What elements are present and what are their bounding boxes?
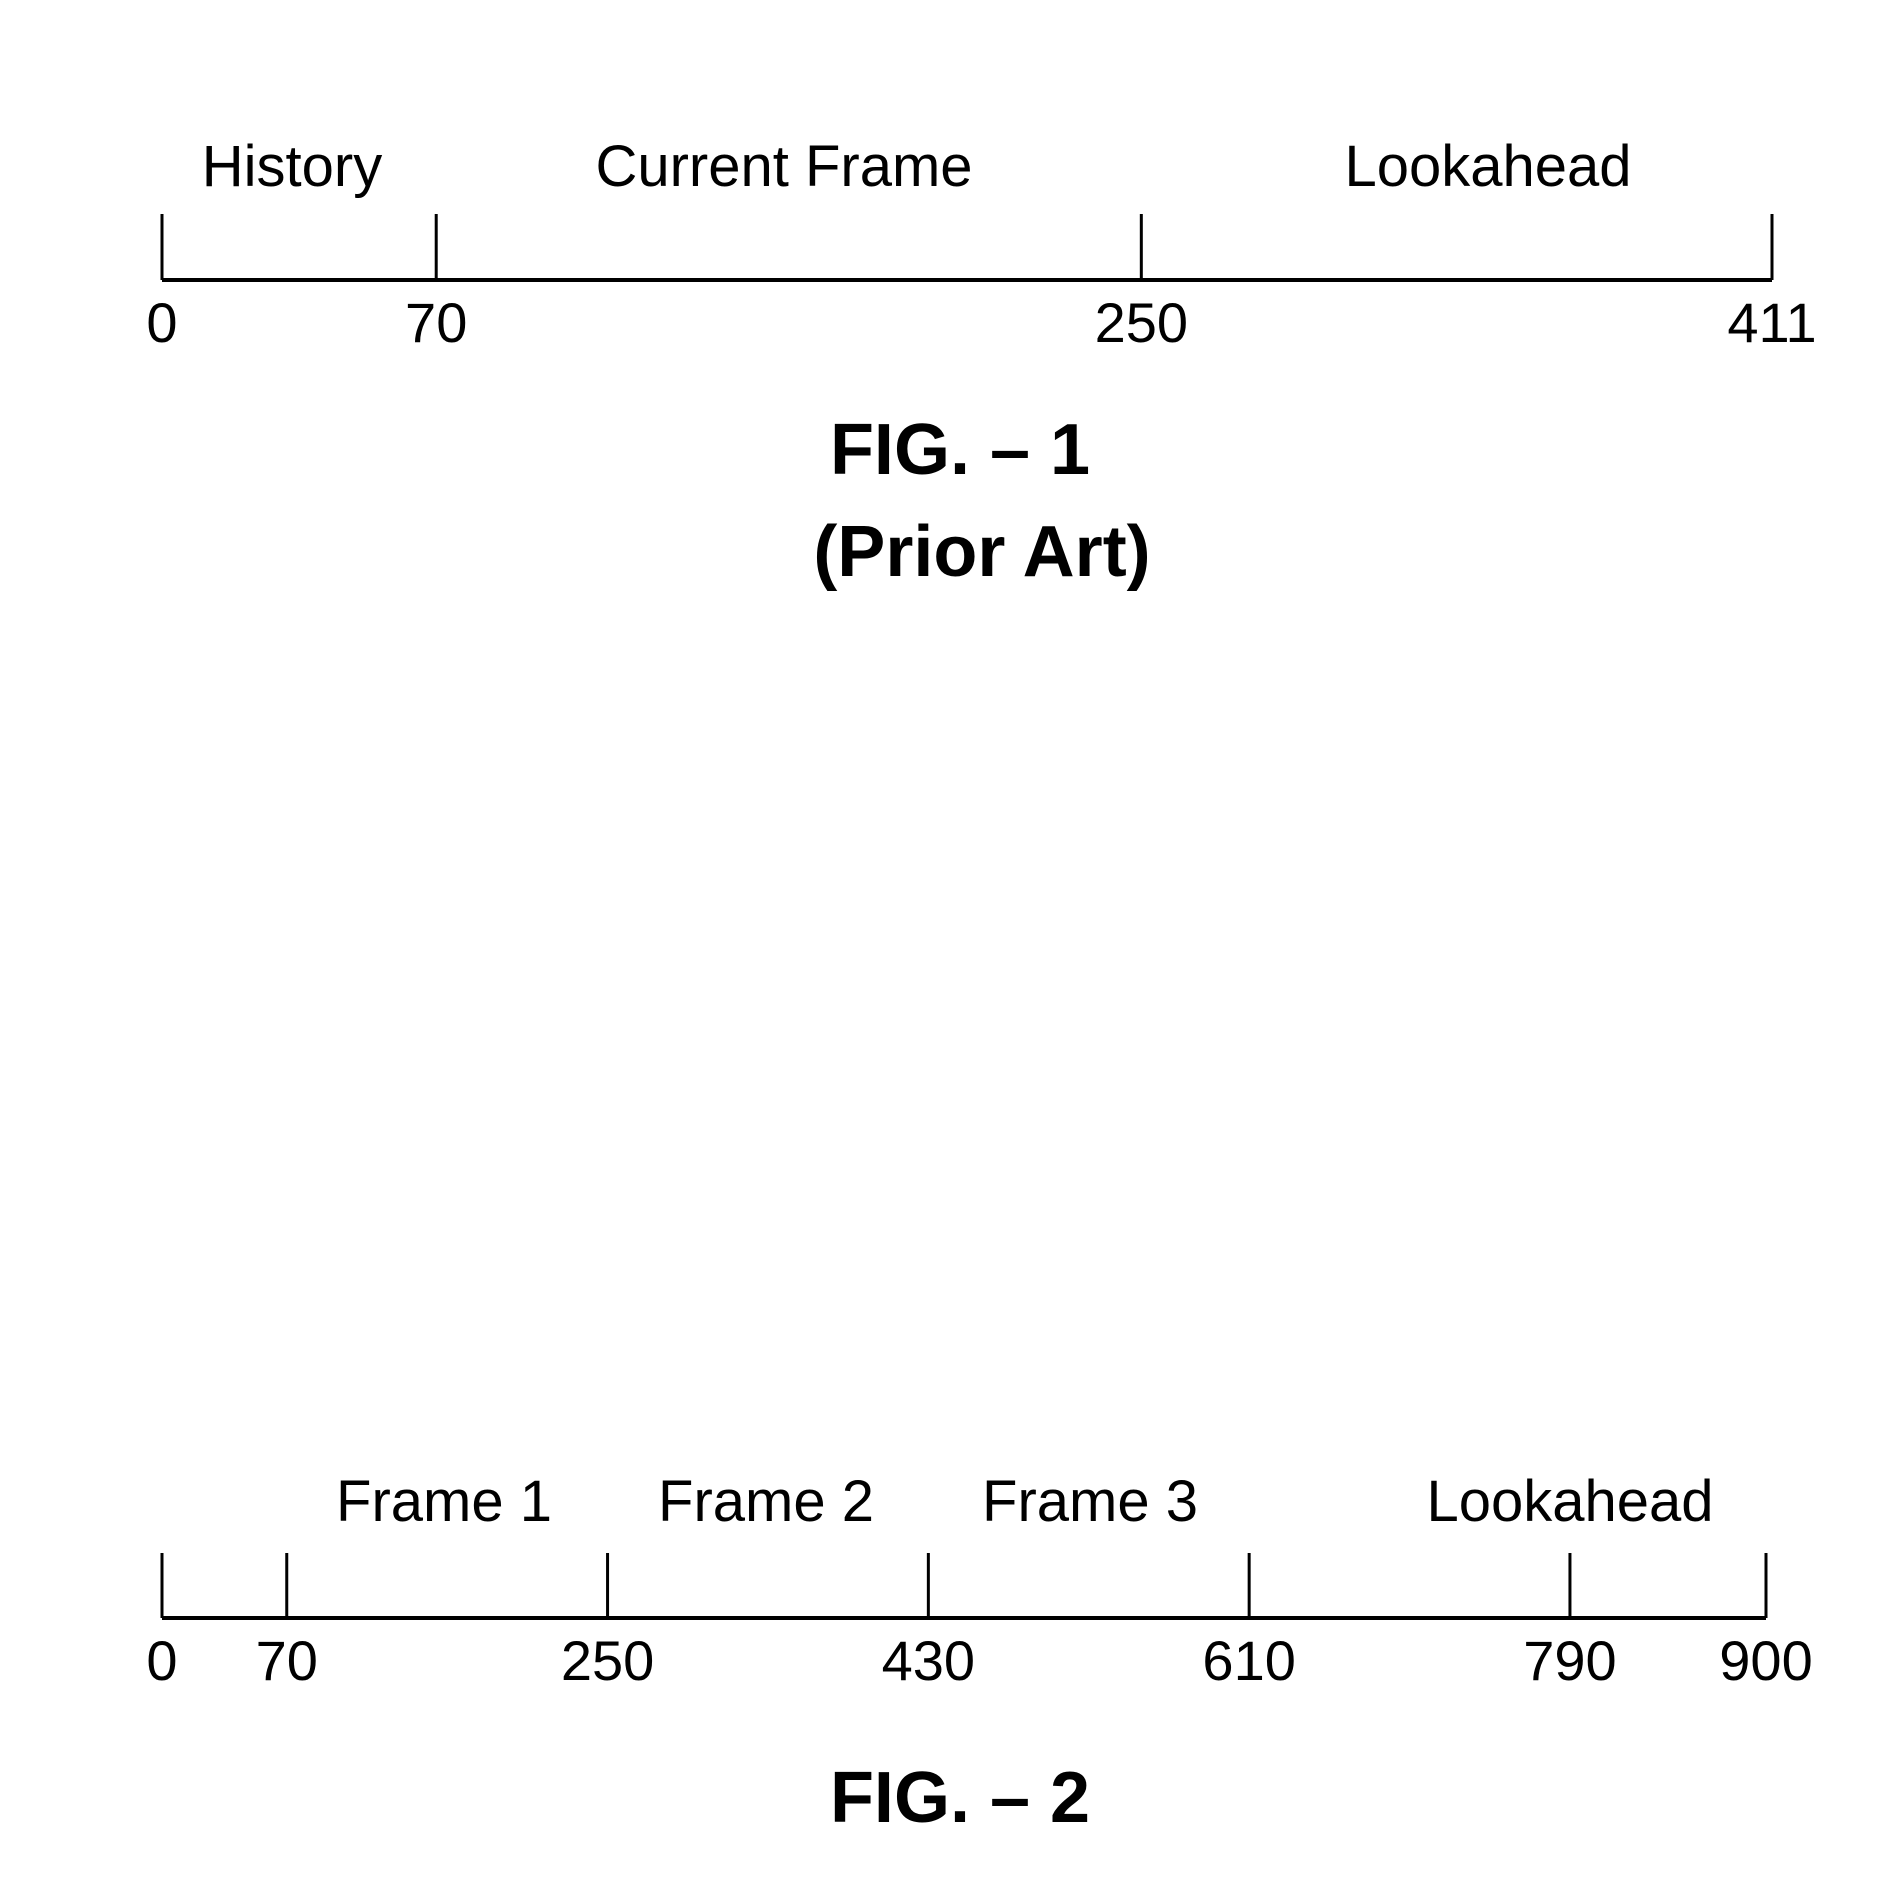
figure-fig1: 0 70 250 411 History Current Frame Lookahead FI… (146, 134, 1816, 592)
segment-label: History (202, 134, 382, 199)
segment-label: Lookahead (1426, 1469, 1713, 1534)
segment-label: Frame 2 (658, 1469, 874, 1534)
tick-label: 0 (146, 1629, 177, 1692)
tick-label: 430 (882, 1629, 975, 1692)
figure-caption: FIG. – 2 (830, 1758, 1090, 1838)
tick-label: 790 (1523, 1629, 1616, 1692)
diagram-canvas: 0 70 250 411 History Current Frame Lookahead FI… (146, 134, 1816, 1838)
tick-label: 250 (561, 1629, 654, 1692)
tick-label: 70 (256, 1629, 318, 1692)
tick-label: 250 (1095, 291, 1188, 354)
tick-label: 70 (405, 291, 467, 354)
segment-label: Lookahead (1344, 134, 1631, 199)
tick-label: 900 (1719, 1629, 1812, 1692)
segment-label: Frame 3 (982, 1469, 1198, 1534)
figure-caption: FIG. – 1 (830, 410, 1090, 490)
tick-label: 610 (1202, 1629, 1295, 1692)
tick-label: 0 (146, 291, 177, 354)
figure-fig2: 0 70 250 430 610 790 900 Frame 1 Frame 2 Frame 3 L… (146, 1469, 1812, 1838)
figure-subcaption: (Prior Art) (813, 512, 1150, 592)
segment-label: Frame 1 (336, 1469, 552, 1534)
segment-label: Current Frame (595, 134, 972, 199)
tick-label: 411 (1727, 291, 1816, 354)
